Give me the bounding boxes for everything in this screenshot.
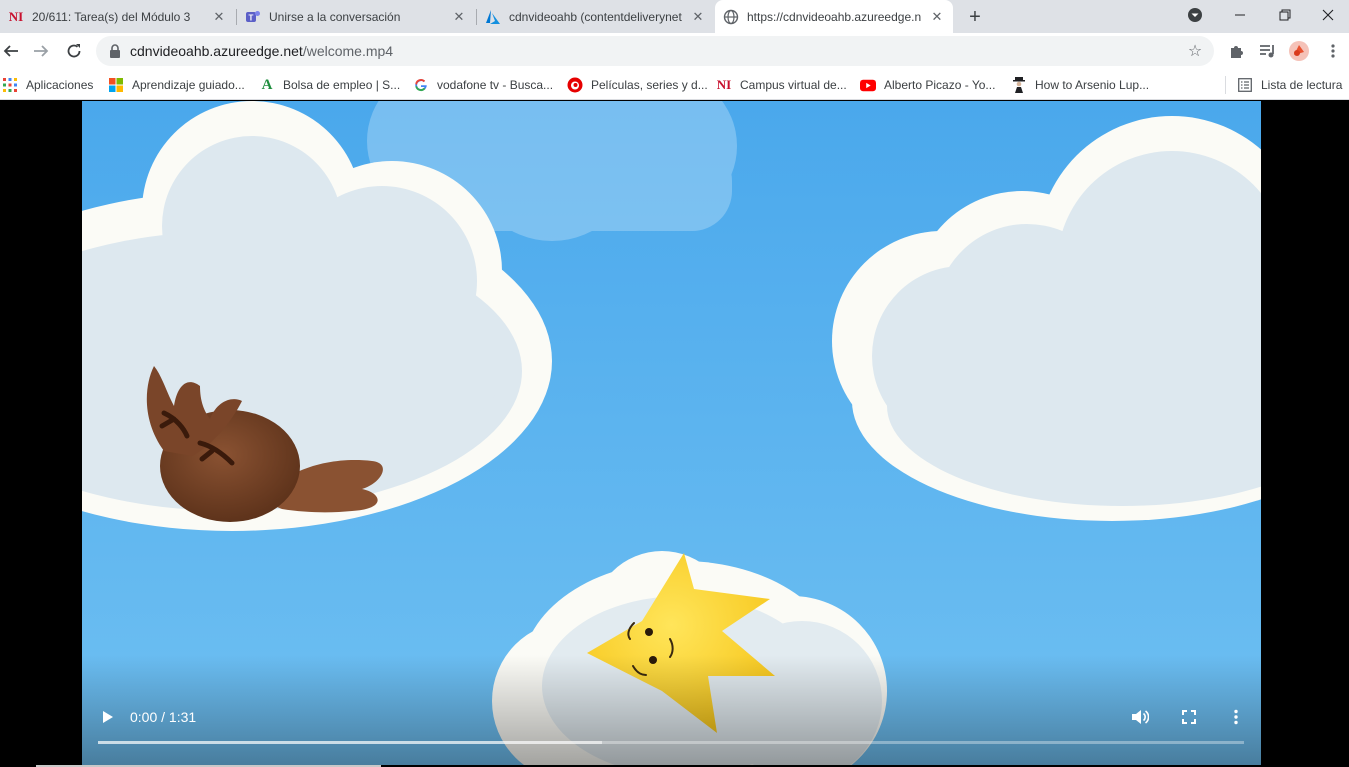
more-options-button[interactable]	[1224, 705, 1248, 729]
media-queue-icon[interactable]	[1255, 38, 1281, 64]
bookmark-campus-virtual[interactable]: NI Campus virtual de...	[716, 74, 847, 96]
close-icon[interactable]: ✕	[211, 9, 227, 25]
tab-video-active[interactable]: https://cdnvideoahb.azureedge.n ✕	[715, 0, 953, 33]
globe-icon	[723, 9, 739, 25]
kebab-menu-icon	[1234, 709, 1238, 725]
back-button[interactable]	[0, 37, 25, 65]
volume-button[interactable]	[1127, 705, 1153, 729]
bookmark-label: Campus virtual de...	[740, 78, 847, 92]
bookmark-star-icon[interactable]: ☆	[1186, 42, 1204, 60]
teams-icon: T	[245, 9, 261, 25]
url-path: /welcome.mp4	[302, 43, 394, 59]
new-tab-button[interactable]: +	[962, 4, 988, 30]
azure-icon	[485, 9, 501, 25]
close-window-button[interactable]	[1307, 0, 1349, 30]
tab-title: cdnvideoahb (contentdeliverynet	[509, 9, 682, 24]
fullscreen-icon	[1182, 710, 1196, 724]
tab-modulo3[interactable]: NI 20/611: Tarea(s) del Módulo 3 ✕	[0, 0, 235, 33]
volume-icon	[1132, 710, 1149, 724]
tab-strip: NI 20/611: Tarea(s) del Módulo 3 ✕ T Uni…	[0, 0, 1349, 33]
close-icon	[1322, 9, 1334, 21]
time-display: 0:00 / 1:31	[130, 709, 197, 725]
bookmark-label: How to Arsenio Lup...	[1035, 78, 1150, 92]
tab-search-button[interactable]	[1172, 0, 1218, 30]
progress-bar[interactable]	[98, 741, 1244, 744]
buffered-bar	[98, 741, 603, 744]
reading-list-icon	[1237, 77, 1253, 93]
lock-icon[interactable]	[108, 44, 122, 58]
tab-title: 20/611: Tarea(s) del Módulo 3	[32, 9, 191, 24]
extensions-icon[interactable]	[1223, 38, 1249, 64]
tab-title: Unirse a la conversación	[269, 9, 401, 24]
close-icon[interactable]: ✕	[929, 9, 945, 25]
bookmark-peliculas[interactable]: Películas, series y d...	[567, 74, 708, 96]
svg-text:T: T	[249, 13, 254, 22]
minimize-icon	[1235, 14, 1245, 16]
ni-logo-icon: NI	[8, 8, 24, 24]
tab-teams[interactable]: T Unirse a la conversación ✕	[237, 0, 475, 33]
google-icon	[413, 77, 429, 93]
reload-button[interactable]	[60, 37, 88, 65]
restore-button[interactable]	[1262, 0, 1308, 30]
play-icon	[103, 711, 113, 723]
bookmark-label: Películas, series y d...	[591, 78, 708, 92]
green-a-icon: A	[261, 76, 273, 93]
url-host: cdnvideoahb.azureedge.net	[130, 43, 303, 59]
reading-list-label: Lista de lectura	[1261, 78, 1343, 92]
play-button[interactable]	[96, 705, 120, 729]
tab-azure[interactable]: cdnvideoahb (contentdeliverynet ✕	[477, 0, 714, 33]
ni-logo-icon: NI	[716, 77, 732, 92]
url-text: cdnvideoahb.azureedge.net/welcome.mp4	[130, 43, 393, 59]
bookmark-vodafone-tv[interactable]: vodafone tv - Busca...	[413, 74, 553, 96]
close-icon[interactable]: ✕	[451, 9, 467, 25]
microsoft-icon	[108, 77, 124, 93]
video-player[interactable]: 0:00 / 1:31	[82, 101, 1261, 765]
vodafone-icon	[567, 77, 583, 93]
reading-list-button[interactable]: Lista de lectura	[1237, 74, 1342, 96]
bookmark-aprendizaje[interactable]: Aprendizaje guiado...	[108, 74, 245, 96]
close-icon[interactable]: ✕	[690, 9, 706, 25]
bookmark-label: Aprendizaje guiado...	[132, 78, 245, 92]
youtube-icon	[860, 77, 876, 93]
media-viewport: 0:00 / 1:31	[0, 101, 1349, 767]
chevron-down-icon	[1188, 8, 1202, 22]
restore-icon	[1279, 9, 1291, 21]
bookmark-label: Bolsa de empleo | S...	[283, 78, 401, 92]
apps-grid-icon	[2, 77, 18, 93]
bookmark-arsenio-lupin[interactable]: How to Arsenio Lup...	[1011, 74, 1149, 96]
toolbar: cdnvideoahb.azureedge.net/welcome.mp4 ☆	[0, 33, 1349, 70]
bookmark-bolsa-empleo[interactable]: A Bolsa de empleo | S...	[259, 74, 401, 96]
fullscreen-button[interactable]	[1176, 705, 1202, 729]
bookmarks-divider	[1225, 76, 1226, 94]
bookmark-label: Alberto Picazo - Yo...	[884, 78, 996, 92]
arrow-left-icon	[3, 45, 18, 57]
controls-overlay	[82, 655, 1261, 765]
arrow-right-icon	[34, 45, 49, 57]
bookmark-alberto-picazo[interactable]: Alberto Picazo - Yo...	[860, 74, 995, 96]
menu-icon[interactable]	[1320, 38, 1346, 64]
forward-button[interactable]	[27, 37, 55, 65]
browser-window: NI 20/611: Tarea(s) del Módulo 3 ✕ T Uni…	[0, 0, 1349, 767]
bookmark-label: vodafone tv - Busca...	[437, 78, 554, 92]
bookmark-aplicaciones[interactable]: Aplicaciones	[2, 74, 93, 96]
minimize-button[interactable]	[1217, 0, 1263, 30]
figure-icon	[1011, 77, 1027, 93]
address-bar[interactable]: cdnvideoahb.azureedge.net/welcome.mp4 ☆	[96, 36, 1214, 66]
bookmark-label: Aplicaciones	[26, 78, 94, 92]
profile-avatar-icon[interactable]	[1286, 38, 1312, 64]
tab-title: https://cdnvideoahb.azureedge.n	[747, 9, 922, 24]
reload-icon	[67, 44, 81, 58]
bookmarks-bar: Aplicaciones Aprendizaje guiado... A Bol…	[0, 70, 1349, 100]
